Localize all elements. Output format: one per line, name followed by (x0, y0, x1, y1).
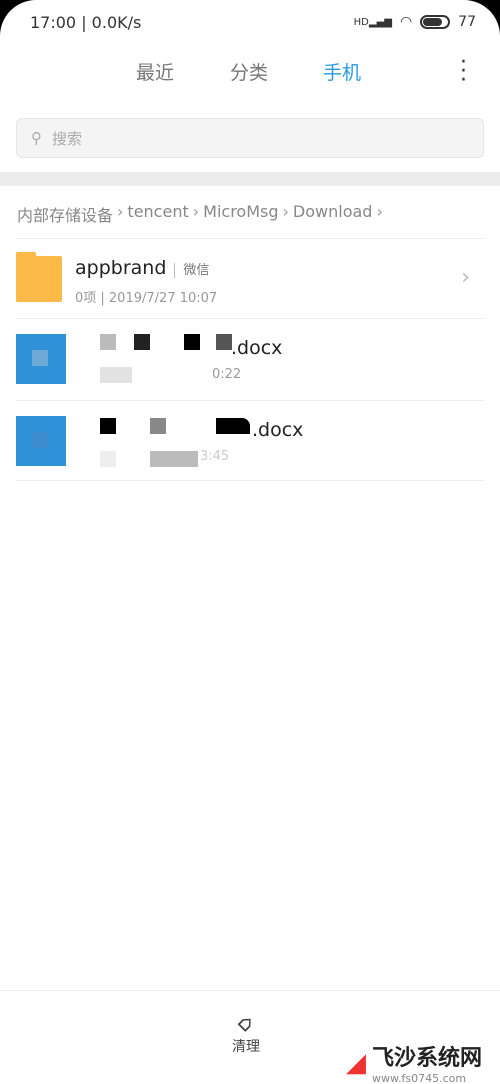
breadcrumb-item[interactable]: tencent (127, 202, 188, 226)
battery-percent: 77 (458, 14, 476, 30)
clock: 17:00 (30, 12, 77, 32)
search-input[interactable]: ⚲ 搜索 (16, 118, 484, 158)
app-tag: 微信 (174, 263, 210, 278)
battery-icon (420, 15, 451, 29)
file-meta: 0:22 (212, 367, 242, 382)
watermark-logo-icon: ◢ (346, 1047, 366, 1078)
list-item[interactable]: .docx 3:45 (16, 400, 484, 480)
docx-icon (16, 416, 66, 466)
clean-button[interactable]: ⌂ 清理 (232, 1010, 260, 1056)
net-speed: 0.0K/s (91, 12, 142, 32)
status-bar: 17:00 | 0.0K/s HD▂▄▆ ◠ 77 (30, 12, 476, 32)
file-name: appbrand (75, 257, 167, 279)
tab-category[interactable]: 分类 (230, 58, 268, 85)
more-options-icon[interactable]: · · · (460, 52, 467, 92)
search-placeholder: 搜索 (52, 129, 83, 148)
tab-recent[interactable]: 最近 (136, 58, 174, 85)
list-item[interactable]: appbrand 微信 0项 | 2019/7/27 10:07 › (16, 238, 484, 318)
file-name: .docx (231, 337, 283, 359)
folder-icon (16, 252, 62, 302)
wifi-icon: ◠ (399, 14, 413, 30)
breadcrumb-item[interactable]: Download (293, 202, 373, 226)
file-meta: 0项 | 2019/7/27 10:07 (75, 291, 218, 306)
watermark: ◢ 飞沙系统网 www.fs0745.com (346, 1046, 483, 1084)
file-meta: 3:45 (200, 449, 230, 464)
signal-icon: HD▂▄▆ (353, 16, 392, 28)
tab-phone[interactable]: 手机 (323, 58, 361, 85)
breadcrumb-item[interactable]: 内部存储设备 (17, 202, 113, 226)
divider (0, 172, 500, 186)
docx-icon (16, 334, 66, 384)
screen: 17:00 | 0.0K/s HD▂▄▆ ◠ 77 最近 分类 手机 · · · ⚲… (0, 0, 500, 1084)
breadcrumb-item[interactable]: MicroMsg (203, 202, 278, 226)
search-icon: ⚲ (31, 129, 42, 147)
breadcrumb: 内部存储设备 › tencent › MicroMsg › Download › (17, 202, 383, 226)
file-name: .docx (252, 419, 304, 441)
list-item[interactable]: .docx 0:22 (16, 318, 484, 398)
chevron-right-icon: › (461, 265, 470, 290)
tab-bar: 最近 分类 手机 · · · (0, 52, 500, 92)
divider (16, 480, 484, 481)
